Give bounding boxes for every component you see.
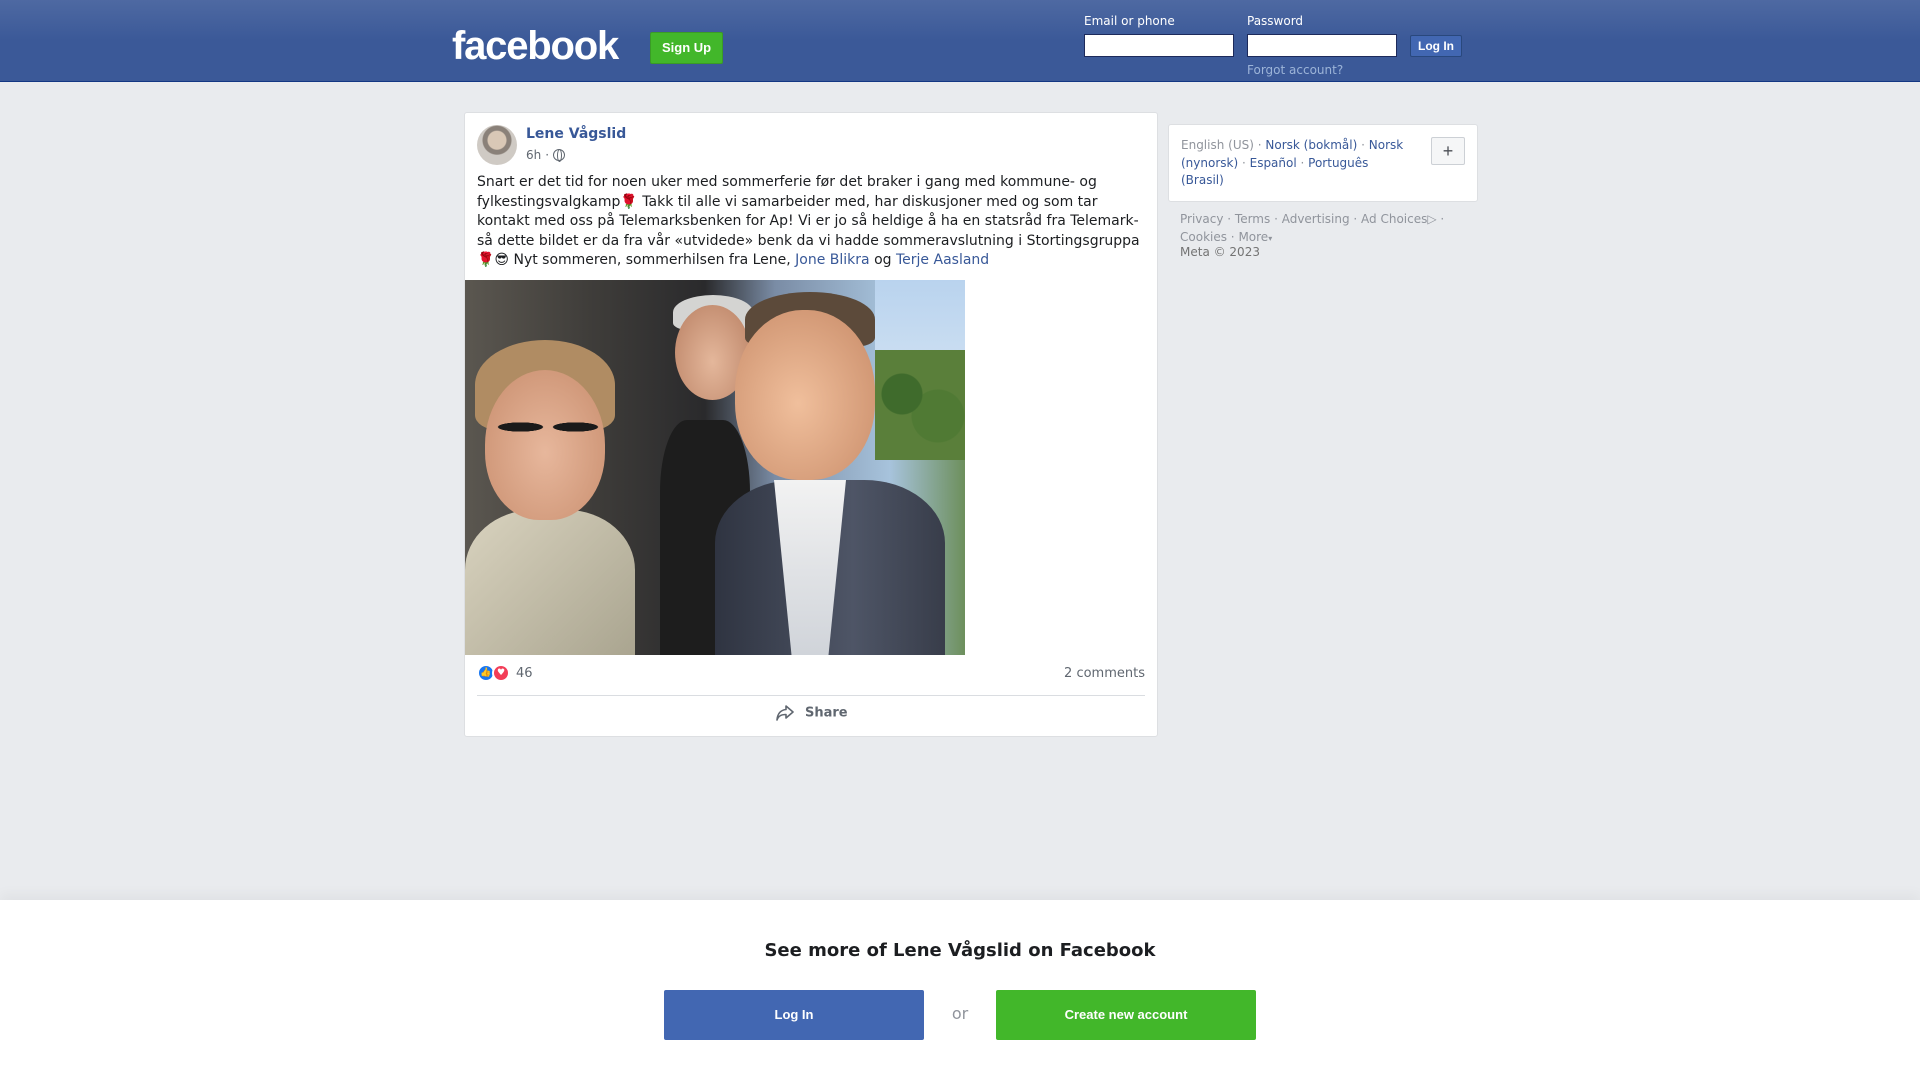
- bottom-title: See more of Lene Vågslid on Facebook: [764, 940, 1156, 961]
- globe-icon: [553, 149, 566, 162]
- meta-separator: ·: [545, 148, 550, 162]
- post-author[interactable]: Lene Vågslid: [526, 126, 626, 142]
- chevron-down-icon: ▾: [1268, 234, 1273, 243]
- email-group: Email or phone: [1084, 14, 1234, 57]
- password-label: Password: [1247, 14, 1304, 28]
- password-group: Password: [1247, 14, 1397, 57]
- divider: [477, 695, 1145, 696]
- ad-choices-icon: ▷: [1427, 212, 1437, 226]
- footer-links: Privacy · Terms · Advertising · Ad Choic…: [1180, 212, 1445, 244]
- log-in-button[interactable]: Log In: [1410, 35, 1462, 57]
- comments-count[interactable]: 2 comments: [1064, 666, 1145, 681]
- love-icon: ♥: [492, 664, 510, 682]
- facebook-logo[interactable]: facebook: [452, 22, 619, 70]
- password-field[interactable]: [1247, 34, 1397, 57]
- post-card: Lene Vågslid 6h · Snart er det tid for n…: [464, 112, 1158, 737]
- share-icon: [776, 705, 795, 721]
- or-label: or: [951, 1004, 969, 1023]
- reactions-summary[interactable]: 👍 ♥ 46: [477, 664, 533, 682]
- bottom-login-bar: See more of Lene Vågslid on Facebook Log…: [0, 900, 1920, 1080]
- footer-more[interactable]: More: [1238, 230, 1268, 244]
- language-espanol[interactable]: Español: [1250, 156, 1297, 170]
- sign-up-button[interactable]: Sign Up: [650, 32, 724, 64]
- footer-cookies[interactable]: Cookies: [1180, 230, 1227, 244]
- footer-terms[interactable]: Terms: [1235, 212, 1270, 226]
- footer-ad-choices[interactable]: Ad Choices: [1361, 212, 1427, 226]
- share-button[interactable]: Share: [465, 705, 1159, 721]
- language-norsk-bokmal[interactable]: Norsk (bokmål): [1265, 138, 1357, 152]
- forgot-account-link[interactable]: Forgot account?: [1247, 63, 1343, 77]
- post-text: Snart er det tid for noen uker med somme…: [477, 173, 1147, 271]
- post-photo[interactable]: [465, 280, 965, 655]
- footer-privacy[interactable]: Privacy: [1180, 212, 1223, 226]
- footer-advertising[interactable]: Advertising: [1282, 212, 1350, 226]
- current-language: English (US): [1181, 138, 1254, 152]
- post-og: og: [874, 252, 892, 268]
- language-box: English (US) · Norsk (bokmål) · Norsk (n…: [1168, 124, 1478, 202]
- share-label: Share: [804, 705, 848, 721]
- avatar[interactable]: [477, 125, 517, 165]
- more-languages-button[interactable]: +: [1431, 137, 1465, 165]
- copyright: Meta © 2023: [1180, 245, 1260, 259]
- tag-jone-blikra[interactable]: Jone Blikra: [795, 252, 869, 268]
- email-field[interactable]: [1084, 34, 1234, 57]
- reaction-count: 46: [516, 665, 533, 681]
- top-bar: facebook Sign Up Email or phone Password…: [0, 0, 1920, 82]
- email-label: Email or phone: [1084, 14, 1175, 28]
- post-time[interactable]: 6h: [526, 148, 541, 162]
- create-account-button[interactable]: Create new account: [996, 990, 1256, 1040]
- post-meta: 6h ·: [526, 148, 566, 162]
- tag-terje-aasland[interactable]: Terje Aasland: [896, 252, 989, 268]
- language-list: English (US) · Norsk (bokmål) · Norsk (n…: [1181, 138, 1404, 187]
- bottom-log-in-button[interactable]: Log In: [664, 990, 924, 1040]
